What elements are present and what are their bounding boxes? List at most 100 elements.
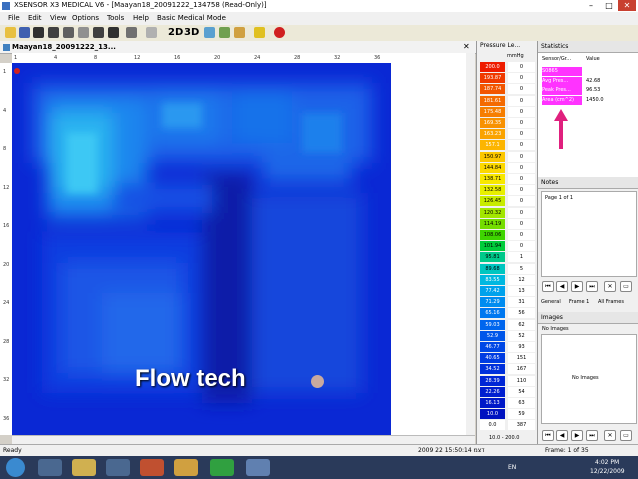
menu-options[interactable]: Options: [72, 14, 99, 22]
folder-icon[interactable]: [72, 459, 96, 476]
legend-value[interactable]: 120.32: [480, 207, 505, 218]
legend-row: 65.16 56: [480, 308, 535, 319]
notes-expand-button[interactable]: ▭: [620, 281, 632, 292]
legend-value[interactable]: 144.84: [480, 162, 505, 173]
graph-icon[interactable]: [204, 27, 215, 38]
open-icon[interactable]: [5, 27, 16, 38]
images-first-button[interactable]: ⏮: [542, 430, 554, 441]
vertical-scrollbar[interactable]: [466, 53, 475, 435]
first-frame-icon[interactable]: [33, 27, 44, 38]
stat-label[interactable]: Avg Pres...: [542, 76, 582, 86]
legend-value[interactable]: 157.1: [480, 140, 505, 151]
play-icon[interactable]: [63, 27, 74, 38]
paint-icon[interactable]: [254, 27, 265, 38]
legend-value[interactable]: 10.0: [480, 409, 505, 420]
close-button[interactable]: ✕: [618, 0, 636, 11]
sensor-icon[interactable]: [219, 27, 230, 38]
notes-delete-button[interactable]: ✕: [604, 281, 616, 292]
grid-icon[interactable]: [146, 27, 157, 38]
view-3d-button[interactable]: 3D: [184, 27, 199, 38]
legend-value[interactable]: 108.06: [480, 230, 505, 240]
powerpoint-icon[interactable]: [140, 459, 164, 476]
legend-value[interactable]: 126.45: [480, 196, 505, 207]
next-frame-icon[interactable]: [93, 27, 104, 38]
legend-count: 52: [508, 330, 535, 341]
legend-value[interactable]: 193.87: [480, 73, 505, 84]
legend-unit[interactable]: mmHg: [507, 53, 524, 59]
maximize-button[interactable]: □: [600, 0, 618, 11]
legend-value[interactable]: 83.55: [480, 274, 505, 285]
legend-value[interactable]: 46.77: [480, 342, 505, 352]
notes-prev-button[interactable]: ◀: [556, 281, 568, 292]
language-indicator[interactable]: EN: [508, 464, 516, 471]
stat-label[interactable]: S0865: [542, 67, 582, 76]
media-icon[interactable]: [106, 459, 130, 476]
paint-app-icon[interactable]: [174, 459, 198, 476]
menu-file[interactable]: File: [8, 14, 20, 22]
no-entry-icon[interactable]: [274, 27, 285, 38]
legend-value[interactable]: 34.52: [480, 364, 505, 375]
images-next-button[interactable]: ▶: [571, 430, 583, 441]
legend-value[interactable]: 16.13: [480, 398, 505, 408]
document-close-icon[interactable]: ✕: [463, 42, 470, 51]
legend-value[interactable]: 181.61: [480, 95, 505, 106]
legend-value[interactable]: 101.94: [480, 241, 505, 252]
tab-frame-1[interactable]: Frame 1: [569, 299, 589, 305]
tab-all-frames[interactable]: All Frames: [598, 299, 624, 305]
legend-range[interactable]: 10.0 - 200.0: [489, 435, 519, 441]
legend-value[interactable]: 150.97: [480, 151, 505, 162]
notes-next-button[interactable]: ▶: [571, 281, 583, 292]
legend-value[interactable]: 169.35: [480, 118, 505, 128]
stat-label[interactable]: Peak Pres...: [542, 86, 582, 95]
legend-value[interactable]: 65.16: [480, 308, 505, 319]
green-app-icon[interactable]: [210, 459, 234, 476]
legend-value[interactable]: 187.74: [480, 84, 505, 95]
clock-date[interactable]: 12/22/2009: [590, 468, 625, 475]
menu-edit[interactable]: Edit: [28, 14, 42, 22]
menu-tools[interactable]: Tools: [107, 14, 124, 22]
legend-value[interactable]: 71.29: [480, 297, 505, 308]
legend-value[interactable]: 59.03: [480, 319, 505, 330]
images-last-button[interactable]: ⏭: [586, 430, 598, 441]
legend-value[interactable]: 95.81: [480, 252, 505, 263]
legend-value[interactable]: 163.23: [480, 129, 505, 140]
ruler-top-label: 4: [54, 55, 58, 61]
legend-value[interactable]: 132.58: [480, 185, 505, 196]
stat-label[interactable]: Area (cm^2): [542, 95, 582, 105]
save-icon[interactable]: [19, 27, 30, 38]
legend-value[interactable]: 28.39: [480, 375, 505, 386]
legend-value[interactable]: 52.9: [480, 330, 505, 341]
start-icon[interactable]: [6, 458, 25, 477]
legend-value[interactable]: 0.0: [480, 420, 505, 431]
legend-value[interactable]: 138.71: [480, 174, 505, 184]
menu-help[interactable]: Help: [133, 14, 149, 22]
legend-value[interactable]: 40.65: [480, 353, 505, 364]
legend-value[interactable]: 77.42: [480, 286, 505, 296]
legend-value[interactable]: 22.26: [480, 386, 505, 397]
menu-basic-medical-mode[interactable]: Basic Medical Mode: [157, 14, 226, 22]
images-delete-button[interactable]: ✕: [604, 430, 616, 441]
images-expand-button[interactable]: ▭: [620, 430, 632, 441]
view-2d-button[interactable]: 2D: [168, 27, 183, 38]
ie-icon[interactable]: [38, 459, 62, 476]
images-prev-button[interactable]: ◀: [556, 430, 568, 441]
last-frame-icon[interactable]: [108, 27, 119, 38]
images-area[interactable]: No Images: [541, 334, 637, 424]
legend-value[interactable]: 114.19: [480, 218, 505, 229]
menu-view[interactable]: View: [50, 14, 67, 22]
previous-frame-icon[interactable]: [48, 27, 59, 38]
person-icon[interactable]: [234, 27, 245, 38]
tab-general[interactable]: General: [541, 299, 561, 305]
legend-value[interactable]: 200.0: [480, 62, 505, 72]
xsensor-app-icon[interactable]: [246, 459, 270, 476]
notes-text-area[interactable]: Page 1 of 1: [541, 191, 637, 277]
stop-icon[interactable]: [78, 27, 89, 38]
legend-value[interactable]: 175.48: [480, 106, 505, 117]
legend-value[interactable]: 89.68: [480, 263, 505, 274]
document-tab[interactable]: Maayan18_20091222_13...: [12, 43, 116, 51]
minimize-button[interactable]: –: [582, 0, 600, 11]
clock-time[interactable]: 4:02 PM: [595, 459, 619, 466]
record-icon[interactable]: [126, 27, 137, 38]
notes-first-button[interactable]: ⏮: [542, 281, 554, 292]
notes-last-button[interactable]: ⏭: [586, 281, 598, 292]
